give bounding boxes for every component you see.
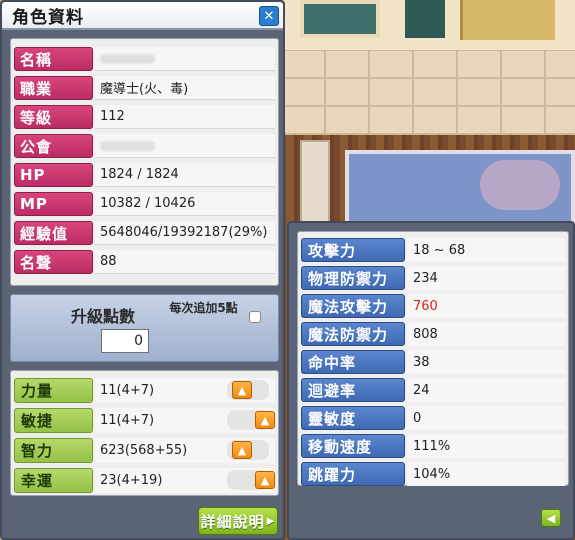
detail-label: 靈敏度	[301, 406, 405, 430]
cloud	[480, 160, 560, 210]
detail-row: 魔法防禦力 808	[301, 320, 565, 348]
ability-points-value: 0	[101, 329, 149, 353]
stat-up-button[interactable]: ▲	[255, 411, 275, 429]
stat-up-button[interactable]: ▲	[255, 471, 275, 489]
detail-value: 24	[407, 378, 565, 402]
building-window	[300, 0, 380, 38]
detailed-stats-panel: 攻擊力 18 ~ 68 物理防禦力 234 魔法攻擊力 760 魔法防禦力 80…	[297, 231, 569, 486]
info-label: 等級	[14, 105, 93, 129]
stat-label: 敏捷	[14, 407, 93, 433]
detail-value: 234	[407, 266, 565, 290]
ability-points-label: 升級點數	[71, 307, 136, 326]
info-row-guild: 公會	[14, 132, 275, 160]
stat-row-luk: 幸運 23(4+19) ▲	[14, 466, 275, 494]
shelf	[300, 140, 330, 230]
detail-row: 移動速度 111%	[301, 432, 565, 460]
info-value: 魔導士(火、毒)	[95, 76, 275, 100]
window-title: 角色資料	[12, 7, 84, 28]
detail-button[interactable]: 詳細說明 ▶	[198, 507, 278, 535]
stat-row-int: 智力 623(568+55) ▲	[14, 436, 275, 464]
info-value	[95, 47, 275, 71]
redacted-guild	[100, 140, 155, 151]
detail-label: 魔法攻擊力	[301, 294, 405, 318]
auto-assign-label: 每次追加5點	[169, 301, 238, 315]
detail-value: 808	[407, 322, 565, 346]
info-row-job: 職業 魔導士(火、毒)	[14, 74, 275, 102]
detail-value: 111%	[407, 434, 565, 458]
info-value: 112	[95, 105, 275, 129]
detail-row: 命中率 38	[301, 348, 565, 376]
stat-up-button[interactable]: ▲	[232, 441, 252, 459]
detail-label: 移動速度	[301, 434, 405, 458]
info-row-level: 等級 112	[14, 103, 275, 131]
detail-value: 760	[407, 294, 565, 318]
stats-panel: 力量 11(4+7) ▲ 敏捷 11(4+7) ▲ 智力 623(568+55)…	[10, 370, 279, 496]
close-icon[interactable]: ✕	[259, 6, 279, 26]
redacted-name	[100, 53, 155, 64]
info-value: 1824 / 1824	[95, 163, 275, 187]
info-value	[95, 134, 275, 158]
detail-row: 攻擊力 18 ~ 68	[301, 236, 565, 264]
info-row-hp: HP 1824 / 1824	[14, 161, 275, 189]
arrow-right-icon: ▶	[266, 515, 276, 527]
info-value: 5648046/19392187(29%)	[95, 221, 275, 245]
detail-label: 命中率	[301, 350, 405, 374]
ability-points-panel: 升級點數 0 每次追加5點	[10, 294, 279, 362]
info-label: 名聲	[14, 250, 93, 274]
stat-label: 幸運	[14, 467, 93, 493]
info-value: 88	[95, 250, 275, 274]
stat-row-dex: 敏捷 11(4+7) ▲	[14, 406, 275, 434]
stat-label: 智力	[14, 437, 93, 463]
detail-row: 迴避率 24	[301, 376, 565, 404]
info-row-name: 名稱	[14, 45, 275, 73]
stat-label: 力量	[14, 377, 93, 403]
info-row-exp: 經驗值 5648046/19392187(29%)	[14, 219, 275, 247]
info-value: 10382 / 10426	[95, 192, 275, 216]
detail-value: 0	[407, 406, 565, 430]
detail-label: 跳躍力	[301, 462, 405, 486]
detail-value: 18 ~ 68	[407, 238, 565, 262]
detail-label: 攻擊力	[301, 238, 405, 262]
detail-label: 物理防禦力	[301, 266, 405, 290]
detail-label: 迴避率	[301, 378, 405, 402]
detail-row: 靈敏度 0	[301, 404, 565, 432]
info-row-mp: MP 10382 / 10426	[14, 190, 275, 218]
detail-row: 物理防禦力 234	[301, 264, 565, 292]
info-label: 經驗值	[14, 221, 93, 245]
arrow-left-icon[interactable]: ◀	[541, 509, 561, 527]
window-titlebar[interactable]: 角色資料	[2, 2, 283, 30]
stat-up-button[interactable]: ▲	[232, 381, 252, 399]
building-window	[405, 0, 445, 38]
detail-label: 魔法防禦力	[301, 322, 405, 346]
info-row-fame: 名聲 88	[14, 248, 275, 276]
info-panel: 名稱 職業 魔導士(火、毒) 等級 112 公會 HP 1824 / 1824 …	[10, 38, 279, 286]
building-window	[460, 0, 555, 40]
detail-value: 38	[407, 350, 565, 374]
auto-assign-checkbox[interactable]	[249, 311, 261, 323]
info-label: MP	[14, 192, 93, 216]
detailed-stats-window: 攻擊力 18 ~ 68 物理防禦力 234 魔法攻擊力 760 魔法防禦力 80…	[287, 221, 575, 540]
detail-button-label: 詳細說明	[200, 512, 265, 531]
stat-row-str: 力量 11(4+7) ▲	[14, 376, 275, 404]
character-info-window: 角色資料 ✕ 名稱 職業 魔導士(火、毒) 等級 112 公會 HP 1824 …	[0, 0, 285, 540]
detail-row: 魔法攻擊力 760	[301, 292, 565, 320]
info-label: HP	[14, 163, 93, 187]
info-label: 職業	[14, 76, 93, 100]
detail-row: 跳躍力 104%	[301, 460, 565, 488]
detail-value: 104%	[407, 462, 565, 486]
brick-wall	[280, 50, 575, 135]
info-label: 公會	[14, 134, 93, 158]
info-label: 名稱	[14, 47, 93, 71]
